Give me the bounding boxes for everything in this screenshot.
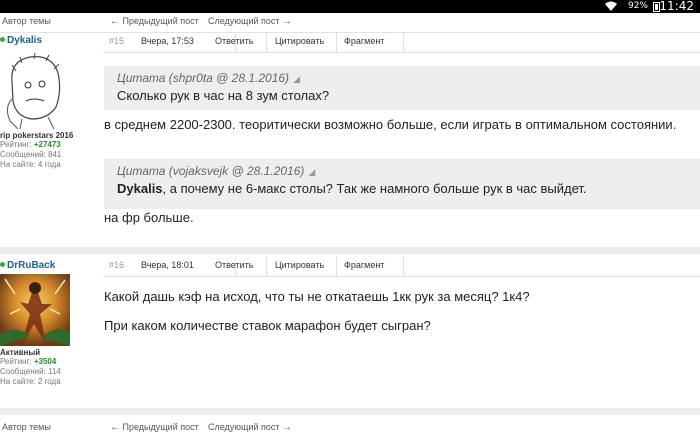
post-header: #16 Вчера, 18:01 Ответить Цитировать Фра…	[103, 256, 700, 277]
wifi-icon	[605, 1, 617, 11]
post-author-dykalis: Dykalis rip pokerstars 2016 Рейтинг: +27…	[0, 35, 96, 170]
author-label: Автор темы	[2, 16, 51, 26]
quote-link-icon[interactable]: ◢	[308, 167, 315, 177]
quote-block: Цитата (vojaksvejk @ 28.1.2016) ◢ Dykalis…	[104, 159, 700, 209]
quote-title: Цитата (vojaksvejk @ 28.1.2016) ◢	[117, 164, 316, 178]
arrow-right-icon: →	[282, 422, 293, 433]
avatar[interactable]	[0, 49, 70, 129]
post-author-drruback: DrRuBack Активный Рейтинг: +3504 Сообщен…	[0, 260, 96, 387]
reply-button[interactable]: Ответить	[215, 36, 253, 46]
quote-button[interactable]: Цитировать	[275, 260, 324, 270]
post-header: #15 Вчера, 17:53 Ответить Цитировать Фра…	[103, 32, 700, 53]
online-indicator	[0, 262, 5, 268]
user-rating: Рейтинг: +3504	[0, 357, 57, 366]
quote-block: Цитата (shpr0ta @ 28.1.2016) ◢ Сколько ру…	[104, 66, 700, 110]
username[interactable]: DrRuBack	[0, 260, 96, 274]
post-number[interactable]: #16	[109, 260, 124, 270]
arrow-right-icon: →	[282, 16, 293, 27]
arrow-left-icon: ←	[110, 422, 120, 433]
user-messages: Сообщений: 114	[0, 367, 61, 376]
topic-nav-top: Автор темы ← Предыдущий пост Следующий п…	[0, 13, 700, 33]
post-text: При каком количестве ставок марафон буде…	[104, 318, 431, 333]
quote-title: Цитата (shpr0ta @ 28.1.2016) ◢	[117, 71, 300, 85]
user-onsite: На сайте: 2 года	[0, 377, 61, 386]
user-rating: Рейтинг: +27473	[0, 140, 61, 149]
battery-percent: 92%	[627, 1, 648, 11]
fragment-button[interactable]: Фрагмент	[344, 260, 384, 270]
author-label: Автор темы	[2, 422, 51, 432]
post-text: в среднем 2200-2300. теоритически возмож…	[104, 117, 677, 132]
prev-post-link[interactable]: ← Предыдущий пост	[110, 422, 199, 433]
username[interactable]: Dykalis	[0, 35, 96, 49]
quote-link-icon[interactable]: ◢	[293, 74, 300, 84]
quote-text: Сколько рук в час на 8 зум столах?	[117, 88, 330, 103]
user-messages: Сообщений: 841	[0, 150, 62, 159]
arrow-left-icon: ←	[110, 16, 120, 27]
fragment-button[interactable]: Фрагмент	[344, 36, 384, 46]
topic-nav-bottom: Автор темы ← Предыдущий пост Следующий п…	[0, 419, 700, 438]
user-onsite: На сайте: 4 года	[0, 160, 61, 169]
reply-button[interactable]: Ответить	[215, 260, 253, 270]
prev-post-link[interactable]: ← Предыдущий пост	[110, 16, 199, 27]
status-bar: 92% 11:42	[0, 0, 700, 13]
avatar[interactable]	[0, 274, 70, 346]
post-text: на фр больше.	[104, 210, 194, 225]
post-number[interactable]: #15	[109, 36, 124, 46]
post-text: Какой дашь кэф на исход, что ты не откат…	[104, 289, 530, 304]
next-post-link[interactable]: Следующий пост →	[208, 422, 292, 433]
online-indicator	[0, 37, 5, 43]
clock: 11:42	[659, 0, 694, 13]
quote-mention[interactable]: Dykalis	[117, 181, 163, 196]
user-title: Активный	[0, 348, 41, 357]
post-separator	[0, 408, 700, 415]
post-separator	[0, 247, 700, 254]
next-post-link[interactable]: Следующий пост →	[208, 16, 292, 27]
quote-text: Dykalis, а почему не 6-макс столы? Так ж…	[117, 181, 587, 196]
post-date: Вчера, 18:01	[141, 260, 194, 270]
user-title: rip pokerstars 2016	[0, 131, 74, 140]
post-date: Вчера, 17:53	[141, 36, 194, 46]
quote-button[interactable]: Цитировать	[275, 36, 324, 46]
